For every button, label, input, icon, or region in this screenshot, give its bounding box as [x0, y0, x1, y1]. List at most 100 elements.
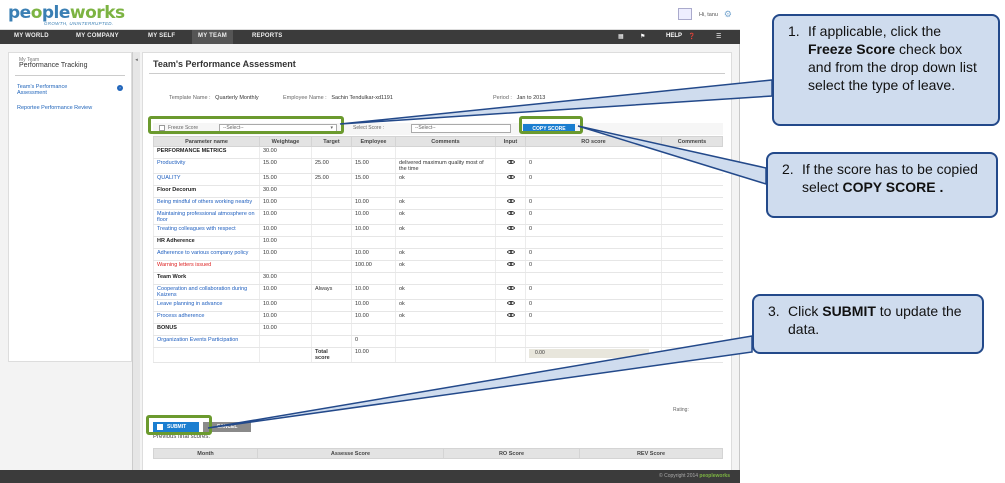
weightage-cell [259, 335, 312, 348]
view-eye-icon[interactable] [506, 199, 515, 203]
view-eye-icon[interactable] [506, 262, 515, 266]
ro-comment-cell[interactable] [661, 248, 723, 261]
target-cell: Always [311, 284, 352, 300]
employee-score-cell: 0 [351, 335, 396, 348]
ro-score-cell[interactable]: 0 [525, 173, 662, 186]
ro-comment-cell[interactable] [661, 260, 723, 273]
peopleworks-logo[interactable]: peopleworks [8, 3, 125, 23]
weightage-cell: 30.00 [259, 146, 312, 159]
nav-my-team[interactable]: MY TEAM [192, 30, 233, 44]
ro-comment-cell[interactable] [661, 209, 723, 225]
empty-cell [395, 185, 496, 198]
table-row: Cooperation and collaboration during Kai… [153, 284, 723, 300]
employee-score-cell: 15.00 [351, 158, 396, 174]
parameter-name[interactable]: Treating colleagues with respect [153, 224, 260, 237]
ro-comment-cell[interactable] [661, 224, 723, 237]
sidebar-collapse-handle[interactable]: ◂ [132, 52, 140, 472]
parameter-name[interactable]: QUALITY [153, 173, 260, 186]
select-score-label: Select Score : [353, 125, 385, 131]
input-cell [495, 335, 526, 348]
settings-gear-icon[interactable]: ⚙ [724, 9, 732, 20]
help-icon[interactable]: ❓ [688, 33, 695, 40]
nav-my-world[interactable]: MY WORLD [14, 33, 49, 39]
col-ro-comments: Comments [661, 136, 723, 147]
col-weightage: Weightage [259, 136, 312, 147]
parameter-name[interactable]: Being mindful of others working nearby [153, 197, 260, 210]
ro-score-cell[interactable]: 0 [525, 248, 662, 261]
weightage-cell: 30.00 [259, 272, 312, 285]
sidebar-title: Performance Tracking [19, 62, 88, 69]
avatar[interactable] [678, 8, 692, 20]
parameter-name[interactable]: Adherence to various company policy [153, 248, 260, 261]
view-eye-icon[interactable] [506, 313, 515, 317]
view-eye-icon[interactable] [506, 175, 515, 179]
ro-comment-cell[interactable] [661, 197, 723, 210]
parameter-name[interactable]: Productivity [153, 158, 260, 174]
parameter-name: HR Adherence [153, 236, 260, 249]
parameter-name[interactable]: Warning letters issued [153, 260, 260, 273]
weightage-cell: 30.00 [259, 185, 312, 198]
ro-score-cell[interactable] [525, 335, 662, 348]
empty-cell [661, 272, 723, 285]
empty-cell [311, 323, 352, 336]
ro-comment-cell[interactable] [661, 335, 723, 348]
view-eye-icon[interactable] [506, 226, 515, 230]
ro-score-cell[interactable]: 0 [525, 224, 662, 237]
empty-cell [311, 185, 352, 198]
help-link[interactable]: HELP [666, 33, 682, 39]
ro-score-cell[interactable]: 0 [525, 311, 662, 324]
ro-score-cell[interactable]: 0 [525, 158, 662, 174]
ro-score-cell[interactable]: 0 [525, 197, 662, 210]
employee-score-cell: 100.00 [351, 260, 396, 273]
ro-comment-cell[interactable] [661, 158, 723, 174]
table-row: Warning letters issued 100.00 ok 0 [153, 260, 723, 273]
grid-icon[interactable]: ▦ [618, 33, 624, 40]
period-info: Period : Jan to 2013 [493, 95, 546, 101]
ro-comment-cell[interactable] [661, 299, 723, 312]
view-eye-icon[interactable] [506, 211, 515, 215]
parameter-name[interactable]: Organization Events Participation [153, 335, 260, 348]
comment-cell: ok [395, 260, 496, 273]
view-eye-icon[interactable] [506, 250, 515, 254]
employee-info: Employee Name : Sachin Tendulkar-xd1191 [283, 95, 393, 101]
col-employee: Employee [351, 136, 396, 147]
select-score-dropdown[interactable]: --Select-- [411, 124, 511, 133]
callout-step-1: 1. If applicable, click the Freeze Score … [772, 14, 1000, 126]
flag-icon[interactable]: ⚑ [640, 33, 645, 40]
view-eye-icon[interactable] [506, 286, 515, 290]
ro-score-cell[interactable]: 0 [525, 260, 662, 273]
comment-cell: ok [395, 311, 496, 324]
col-assesse-score: Assesse Score [257, 448, 444, 459]
input-cell [495, 197, 526, 210]
empty-cell [495, 185, 526, 198]
ro-comment-cell[interactable] [661, 284, 723, 300]
table-row: QUALITY 15.00 25.00 15.00 ok 0 [153, 173, 723, 186]
sidebar-item-team-assessment[interactable]: Team's Performance Assessment [17, 84, 67, 96]
target-cell [311, 260, 352, 273]
parameter-name[interactable]: Maintaining professional atmosphere on f… [153, 209, 260, 225]
nav-reports[interactable]: REPORTS [252, 33, 282, 39]
empty-cell [525, 185, 662, 198]
menu-icon[interactable]: ☰ [716, 33, 721, 40]
ro-comment-cell[interactable] [661, 311, 723, 324]
parameter-name[interactable]: Leave planning in advance [153, 299, 260, 312]
view-eye-icon[interactable] [506, 301, 515, 305]
ro-score-cell[interactable]: 0 [525, 209, 662, 225]
ro-score-cell[interactable]: 0 [525, 284, 662, 300]
template-info: Template Name : Quarterly Monthly [169, 95, 259, 101]
parameter-name[interactable]: Cooperation and collaboration during Kai… [153, 284, 260, 300]
divider [149, 73, 725, 74]
view-eye-icon[interactable] [506, 160, 515, 164]
main-panel: Team's Performance Assessment Template N… [142, 52, 732, 472]
nav-my-self[interactable]: MY SELF [148, 33, 175, 39]
assessment-table: Parameter name Weightage Target Employee… [153, 136, 723, 363]
nav-my-company[interactable]: MY COMPANY [76, 33, 119, 39]
empty-cell [525, 323, 662, 336]
parameter-name[interactable]: Process adherence [153, 311, 260, 324]
ro-comment-cell[interactable] [661, 173, 723, 186]
empty-cell [395, 146, 496, 159]
sidebar-item-reportee-review[interactable]: Reportee Performance Review [17, 105, 92, 111]
empty-cell [661, 323, 723, 336]
empty-cell [525, 146, 662, 159]
ro-score-cell[interactable]: 0 [525, 299, 662, 312]
